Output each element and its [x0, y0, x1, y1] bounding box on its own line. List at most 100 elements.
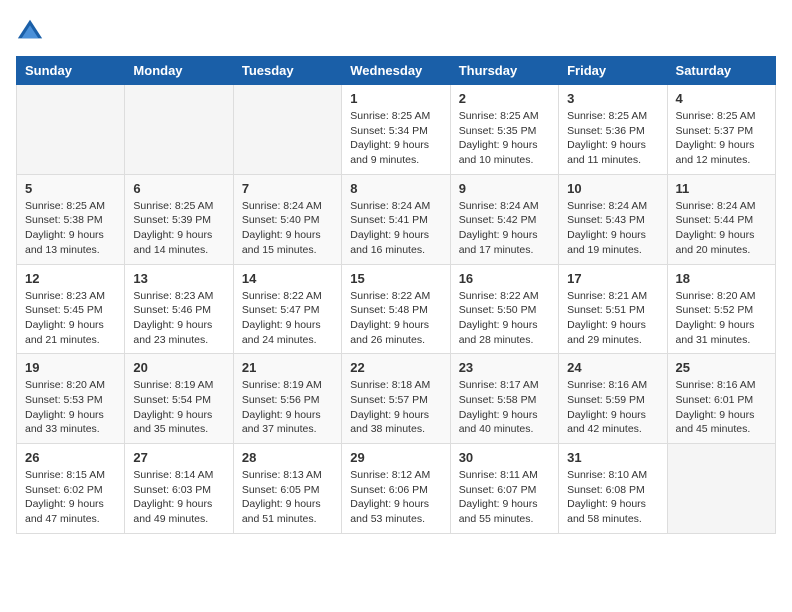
- calendar-table: SundayMondayTuesdayWednesdayThursdayFrid…: [16, 56, 776, 534]
- calendar-cell: 14Sunrise: 8:22 AMSunset: 5:47 PMDayligh…: [233, 264, 341, 354]
- calendar-cell: 21 Sunrise: 8:19 AMSunset: 5:56 PMDayligh…: [233, 354, 341, 444]
- logo-icon: [16, 16, 44, 44]
- day-info: Sunrise: 8:19 AMSunset: 5:54 PMDaylight:…: [133, 379, 213, 435]
- calendar-cell: 10Sunrise: 8:24 AMSunset: 5:43 PMDayligh…: [559, 174, 667, 264]
- calendar-cell: 27 Sunrise: 8:14 AMSunset: 6:03 PMDayligh…: [125, 444, 233, 534]
- day-info: Sunrise: 8:24 AMSunset: 5:42 PMDaylight:…: [459, 200, 539, 256]
- calendar-cell: 12 Sunrise: 8:23 AMSunset: 5:45 PMDayligh…: [17, 264, 125, 354]
- weekday-row: SundayMondayTuesdayWednesdayThursdayFrid…: [17, 57, 776, 85]
- calendar-cell: 5Sunrise: 8:25 AMSunset: 5:38 PMDaylight…: [17, 174, 125, 264]
- calendar-cell: 4Sunrise: 8:25 AMSunset: 5:37 PMDaylight…: [667, 85, 775, 175]
- calendar-cell: [667, 444, 775, 534]
- calendar-cell: 25 Sunrise: 8:16 AMSunset: 6:01 PMDayligh…: [667, 354, 775, 444]
- day-number: 17: [567, 271, 658, 286]
- day-info: Sunrise: 8:25 AMSunset: 5:34 PMDaylight:…: [350, 110, 430, 166]
- day-number: 16: [459, 271, 550, 286]
- calendar-cell: 24 Sunrise: 8:16 AMSunset: 5:59 PMDayligh…: [559, 354, 667, 444]
- day-info: Sunrise: 8:19 AMSunset: 5:56 PMDaylight:…: [242, 379, 322, 435]
- weekday-header-wednesday: Wednesday: [342, 57, 450, 85]
- day-number: 14: [242, 271, 333, 286]
- day-info: Sunrise: 8:25 AMSunset: 5:35 PMDaylight:…: [459, 110, 539, 166]
- day-number: 25: [676, 360, 767, 375]
- calendar-cell: 9 Sunrise: 8:24 AMSunset: 5:42 PMDaylight…: [450, 174, 558, 264]
- day-number: 7: [242, 181, 333, 196]
- day-info: Sunrise: 8:20 AMSunset: 5:52 PMDaylight:…: [676, 290, 756, 346]
- day-number: 15: [350, 271, 441, 286]
- day-info: Sunrise: 8:20 AMSunset: 5:53 PMDaylight:…: [25, 379, 105, 435]
- logo: [16, 16, 48, 44]
- day-number: 18: [676, 271, 767, 286]
- day-number: 30: [459, 450, 550, 465]
- week-row-3: 12 Sunrise: 8:23 AMSunset: 5:45 PMDayligh…: [17, 264, 776, 354]
- day-number: 1: [350, 91, 441, 106]
- weekday-header-monday: Monday: [125, 57, 233, 85]
- calendar-header: SundayMondayTuesdayWednesdayThursdayFrid…: [17, 57, 776, 85]
- calendar-cell: 3 Sunrise: 8:25 AMSunset: 5:36 PMDaylight…: [559, 85, 667, 175]
- day-number: 24: [567, 360, 658, 375]
- day-number: 6: [133, 181, 224, 196]
- day-info: Sunrise: 8:16 AMSunset: 6:01 PMDaylight:…: [676, 379, 756, 435]
- day-info: Sunrise: 8:25 AMSunset: 5:38 PMDaylight:…: [25, 200, 105, 256]
- day-number: 11: [676, 181, 767, 196]
- day-info: Sunrise: 8:15 AMSunset: 6:02 PMDaylight:…: [25, 469, 105, 525]
- weekday-header-tuesday: Tuesday: [233, 57, 341, 85]
- weekday-header-friday: Friday: [559, 57, 667, 85]
- week-row-4: 19 Sunrise: 8:20 AMSunset: 5:53 PMDayligh…: [17, 354, 776, 444]
- day-info: Sunrise: 8:16 AMSunset: 5:59 PMDaylight:…: [567, 379, 647, 435]
- page-header: [16, 16, 776, 44]
- day-number: 27: [133, 450, 224, 465]
- day-info: Sunrise: 8:25 AMSunset: 5:39 PMDaylight:…: [133, 200, 213, 256]
- calendar-cell: 1 Sunrise: 8:25 AMSunset: 5:34 PMDaylight…: [342, 85, 450, 175]
- calendar-cell: 28 Sunrise: 8:13 AMSunset: 6:05 PMDayligh…: [233, 444, 341, 534]
- day-info: Sunrise: 8:21 AMSunset: 5:51 PMDaylight:…: [567, 290, 647, 346]
- calendar-cell: [233, 85, 341, 175]
- calendar-cell: 6 Sunrise: 8:25 AMSunset: 5:39 PMDaylight…: [125, 174, 233, 264]
- day-info: Sunrise: 8:23 AMSunset: 5:45 PMDaylight:…: [25, 290, 105, 346]
- week-row-2: 5Sunrise: 8:25 AMSunset: 5:38 PMDaylight…: [17, 174, 776, 264]
- calendar-body: 1 Sunrise: 8:25 AMSunset: 5:34 PMDaylight…: [17, 85, 776, 534]
- week-row-5: 26 Sunrise: 8:15 AMSunset: 6:02 PMDayligh…: [17, 444, 776, 534]
- day-number: 3: [567, 91, 658, 106]
- day-number: 8: [350, 181, 441, 196]
- calendar-cell: 13 Sunrise: 8:23 AMSunset: 5:46 PMDayligh…: [125, 264, 233, 354]
- day-number: 13: [133, 271, 224, 286]
- calendar-cell: 8 Sunrise: 8:24 AMSunset: 5:41 PMDaylight…: [342, 174, 450, 264]
- day-info: Sunrise: 8:24 AMSunset: 5:40 PMDaylight:…: [242, 200, 322, 256]
- weekday-header-saturday: Saturday: [667, 57, 775, 85]
- day-number: 31: [567, 450, 658, 465]
- week-row-1: 1 Sunrise: 8:25 AMSunset: 5:34 PMDaylight…: [17, 85, 776, 175]
- day-number: 26: [25, 450, 116, 465]
- day-info: Sunrise: 8:22 AMSunset: 5:48 PMDaylight:…: [350, 290, 430, 346]
- day-number: 9: [459, 181, 550, 196]
- calendar-cell: 17 Sunrise: 8:21 AMSunset: 5:51 PMDayligh…: [559, 264, 667, 354]
- calendar-cell: [17, 85, 125, 175]
- calendar-cell: 31Sunrise: 8:10 AMSunset: 6:08 PMDayligh…: [559, 444, 667, 534]
- calendar-cell: 23Sunrise: 8:17 AMSunset: 5:58 PMDayligh…: [450, 354, 558, 444]
- day-info: Sunrise: 8:25 AMSunset: 5:36 PMDaylight:…: [567, 110, 647, 166]
- calendar-cell: 22Sunrise: 8:18 AMSunset: 5:57 PMDayligh…: [342, 354, 450, 444]
- day-number: 21: [242, 360, 333, 375]
- day-info: Sunrise: 8:13 AMSunset: 6:05 PMDaylight:…: [242, 469, 322, 525]
- day-info: Sunrise: 8:17 AMSunset: 5:58 PMDaylight:…: [459, 379, 539, 435]
- calendar-cell: 7 Sunrise: 8:24 AMSunset: 5:40 PMDaylight…: [233, 174, 341, 264]
- day-number: 12: [25, 271, 116, 286]
- calendar-cell: 16Sunrise: 8:22 AMSunset: 5:50 PMDayligh…: [450, 264, 558, 354]
- day-info: Sunrise: 8:24 AMSunset: 5:41 PMDaylight:…: [350, 200, 430, 256]
- day-info: Sunrise: 8:23 AMSunset: 5:46 PMDaylight:…: [133, 290, 213, 346]
- day-info: Sunrise: 8:24 AMSunset: 5:44 PMDaylight:…: [676, 200, 756, 256]
- day-info: Sunrise: 8:14 AMSunset: 6:03 PMDaylight:…: [133, 469, 213, 525]
- day-info: Sunrise: 8:25 AMSunset: 5:37 PMDaylight:…: [676, 110, 756, 166]
- calendar-cell: 20 Sunrise: 8:19 AMSunset: 5:54 PMDayligh…: [125, 354, 233, 444]
- calendar-cell: 19 Sunrise: 8:20 AMSunset: 5:53 PMDayligh…: [17, 354, 125, 444]
- day-number: 19: [25, 360, 116, 375]
- day-info: Sunrise: 8:12 AMSunset: 6:06 PMDaylight:…: [350, 469, 430, 525]
- day-number: 10: [567, 181, 658, 196]
- calendar-cell: 18 Sunrise: 8:20 AMSunset: 5:52 PMDayligh…: [667, 264, 775, 354]
- calendar-cell: 2Sunrise: 8:25 AMSunset: 5:35 PMDaylight…: [450, 85, 558, 175]
- day-info: Sunrise: 8:18 AMSunset: 5:57 PMDaylight:…: [350, 379, 430, 435]
- day-info: Sunrise: 8:11 AMSunset: 6:07 PMDaylight:…: [459, 469, 538, 525]
- day-number: 28: [242, 450, 333, 465]
- day-number: 20: [133, 360, 224, 375]
- calendar-cell: 26 Sunrise: 8:15 AMSunset: 6:02 PMDayligh…: [17, 444, 125, 534]
- calendar-cell: 29Sunrise: 8:12 AMSunset: 6:06 PMDayligh…: [342, 444, 450, 534]
